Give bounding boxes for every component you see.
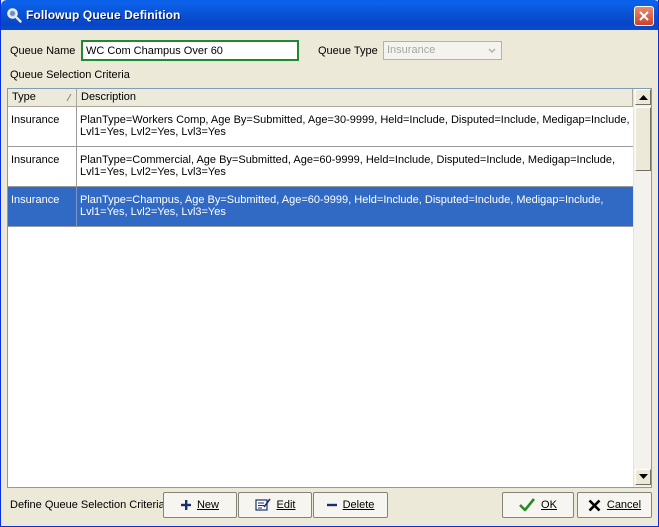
row-description: PlanType=Champus, Age By=Submitted, Age=… (80, 194, 604, 218)
column-header-type[interactable]: Type (8, 89, 77, 106)
column-header-description-label: Description (81, 91, 137, 103)
ok-button-label: OK (541, 499, 557, 511)
queue-type-value: Insurance (387, 44, 436, 56)
scroll-down-button[interactable] (635, 469, 651, 485)
scroll-up-button[interactable] (635, 89, 651, 105)
criteria-label: Queue Selection Criteria (10, 69, 130, 81)
ok-button[interactable]: OK (502, 492, 574, 518)
row-description: PlanType=Workers Comp, Age By=Submitted,… (80, 114, 630, 138)
cancel-button-label: Cancel (606, 499, 642, 511)
delete-button[interactable]: Delete (313, 492, 388, 518)
edit-button[interactable]: Edit (238, 492, 312, 518)
row-description: PlanType=Commercial, Age By=Submitted, A… (80, 154, 616, 178)
cancel-button[interactable]: Cancel (577, 492, 652, 518)
criteria-grid[interactable]: Type Description Insurance PlanType=Work… (7, 88, 652, 488)
row-type: Insurance (8, 187, 77, 226)
new-button[interactable]: New (163, 492, 237, 518)
queue-name-input[interactable] (81, 40, 299, 61)
queue-name-label: Queue Name (10, 45, 76, 57)
table-row[interactable]: Insurance PlanType=Workers Comp, Age By=… (8, 107, 633, 147)
column-header-description[interactable]: Description (77, 89, 633, 106)
arrow-up-icon (639, 95, 648, 100)
close-button[interactable] (634, 6, 654, 26)
queue-type-select[interactable]: Insurance (383, 41, 502, 60)
followup-queue-dialog: Followup Queue Definition Queue Name Que… (0, 0, 659, 527)
edit-button-label: Edit (276, 499, 296, 511)
define-criteria-label: Define Queue Selection Criteria (10, 499, 165, 511)
arrow-down-icon (639, 474, 648, 479)
table-row-selected[interactable]: Insurance PlanType=Champus, Age By=Submi… (8, 187, 633, 227)
table-row[interactable]: Insurance PlanType=Commercial, Age By=Su… (8, 147, 633, 187)
x-icon (588, 499, 601, 511)
delete-button-label: Delete (342, 499, 375, 511)
close-icon (639, 11, 649, 21)
column-header-type-label: Type (12, 91, 36, 103)
edit-form-icon (254, 498, 271, 511)
scroll-thumb[interactable] (635, 107, 651, 171)
title-bar[interactable]: Followup Queue Definition (1, 0, 658, 30)
vertical-scrollbar[interactable] (633, 89, 651, 487)
checkmark-icon (519, 498, 536, 512)
grid-header: Type Description (8, 89, 633, 107)
magnifier-icon (7, 8, 22, 23)
chevron-down-icon (488, 48, 496, 54)
row-type: Insurance (8, 107, 77, 146)
sort-icon (66, 93, 72, 102)
new-button-label: New (196, 499, 219, 511)
row-type: Insurance (8, 147, 77, 186)
window-title: Followup Queue Definition (26, 8, 181, 22)
queue-type-label: Queue Type (318, 45, 378, 57)
minus-icon (326, 503, 337, 507)
plus-icon (180, 500, 191, 510)
